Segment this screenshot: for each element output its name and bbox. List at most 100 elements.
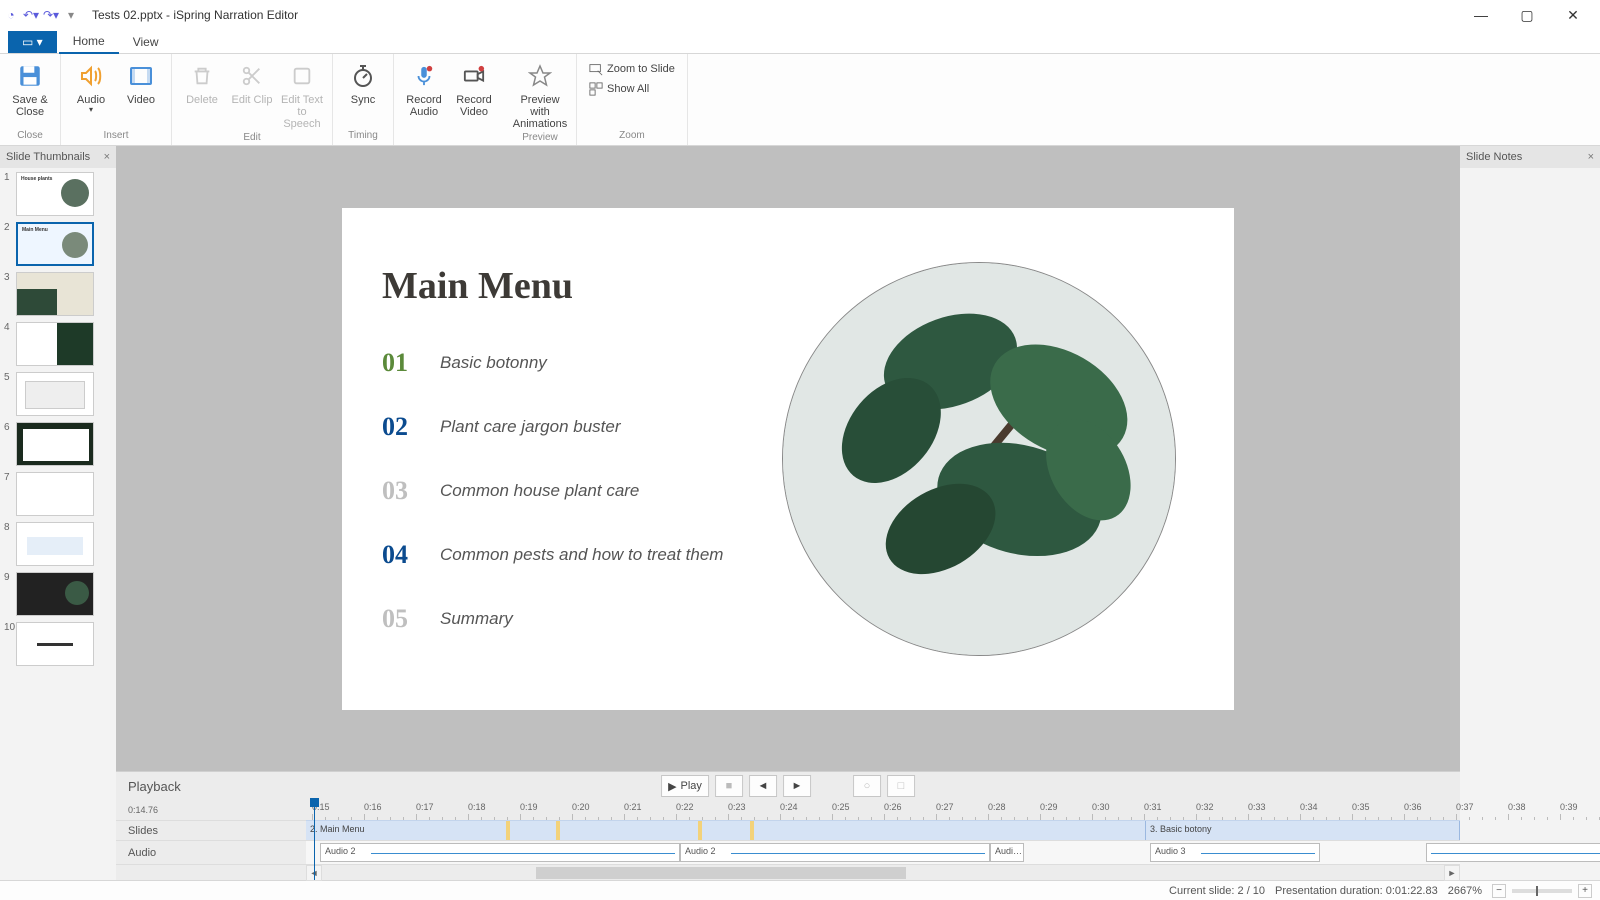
audio-track[interactable]: Audio 2 Audio 2 Audi… Audio 3 Audio 3 <box>306 840 1460 864</box>
thumbnail-4[interactable]: 4 <box>4 322 112 366</box>
ruler-tick: 0:25 <box>832 802 850 812</box>
thumbnail-9[interactable]: 9 <box>4 572 112 616</box>
show-all-button[interactable]: Show All <box>587 80 677 98</box>
current-time: 0:14.76 <box>128 805 158 815</box>
thumbnail-list[interactable]: 1House plants 2Main Menu 3 4 5 6 7 8 9 1… <box>0 168 116 880</box>
zoom-to-slide-button[interactable]: Zoom to Slide <box>587 60 677 78</box>
ruler-tick: 0:28 <box>988 802 1006 812</box>
thumbnail-1[interactable]: 1House plants <box>4 172 112 216</box>
animation-marker[interactable] <box>506 821 510 840</box>
file-tab[interactable]: ▭ ▾ <box>8 31 57 53</box>
record-audio-button[interactable]: Record Audio <box>400 58 448 130</box>
playhead[interactable] <box>314 800 315 880</box>
thumbnails-header: Slide Thumbnails × <box>0 146 116 168</box>
thumbnail-5[interactable]: 5 <box>4 372 112 416</box>
notes-header: Slide Notes × <box>1460 146 1600 168</box>
thumbnail-6[interactable]: 6 <box>4 422 112 466</box>
zoom-slider[interactable] <box>1512 889 1572 893</box>
insert-video-button[interactable]: Video <box>117 58 165 130</box>
zoom-out-button[interactable]: − <box>1492 884 1506 898</box>
thumbnail-8[interactable]: 8 <box>4 522 112 566</box>
status-bar: Current slide: 2 / 10 Presentation durat… <box>0 880 1600 900</box>
timeline-tracks[interactable]: 0:150:160:170:180:190:200:210:220:230:24… <box>306 800 1460 880</box>
tab-view[interactable]: View <box>119 31 173 53</box>
playback-panel: Playback ▶ Play ■ ◄ ► ○ □ 0:14.76 Slides… <box>116 771 1460 880</box>
status-duration: Presentation duration: 0:01:22.83 <box>1275 885 1438 897</box>
ruler-tick: 0:29 <box>1040 802 1058 812</box>
ribbon-group-preview: Preview with Animations Preview <box>504 54 577 145</box>
ruler-tick: 0:16 <box>364 802 382 812</box>
record-video-button[interactable]: Record Video <box>450 58 498 130</box>
main-area: Main Menu 01Basic botonny 02Plant care j… <box>116 146 1460 880</box>
speaker-icon <box>77 62 105 90</box>
insert-audio-button[interactable]: Audio▾ <box>67 58 115 130</box>
window-title: Tests 02.pptx - iSpring Narration Editor <box>92 8 298 22</box>
slide-clip-2[interactable]: 2. Main Menu <box>306 821 1146 840</box>
slides-track[interactable]: 2. Main Menu 3. Basic botony <box>306 820 1460 840</box>
ribbon: Save & Close Close Audio▾ Video Insert D… <box>0 54 1600 146</box>
ruler-tick: 0:19 <box>520 802 538 812</box>
ribbon-group-insert: Audio▾ Video Insert <box>61 54 172 145</box>
audio-clip-2a[interactable]: Audio 2 <box>320 843 680 862</box>
ruler-tick: 0:22 <box>676 802 694 812</box>
audio-clip-3b[interactable]: Audio 3 <box>1426 843 1600 862</box>
close-notes-icon[interactable]: × <box>1588 151 1594 163</box>
slide-clip-3[interactable]: 3. Basic botony <box>1146 821 1460 840</box>
star-icon <box>526 62 554 90</box>
close-button[interactable]: ✕ <box>1550 0 1596 30</box>
title-bar: ◔ ↶▾ ↷▾ ▾ Tests 02.pptx - iSpring Narrat… <box>0 0 1600 30</box>
thumbnail-2[interactable]: 2Main Menu <box>4 222 112 266</box>
ruler-tick: 0:37 <box>1456 802 1474 812</box>
tab-home[interactable]: Home <box>59 30 119 54</box>
playback-controls: ▶ Play ■ ◄ ► ○ □ <box>661 775 915 797</box>
sync-button[interactable]: Sync <box>339 58 387 130</box>
close-thumbnails-icon[interactable]: × <box>104 151 110 163</box>
thumbnail-3[interactable]: 3 <box>4 272 112 316</box>
ruler-tick: 0:17 <box>416 802 434 812</box>
ruler-tick: 0:35 <box>1352 802 1370 812</box>
ruler-tick: 0:33 <box>1248 802 1266 812</box>
time-ruler[interactable]: 0:150:160:170:180:190:200:210:220:230:24… <box>306 800 1460 820</box>
audio-clip-2b[interactable]: Audio 2 <box>680 843 990 862</box>
window-controls: — ▢ ✕ <box>1458 0 1596 30</box>
undo-icon[interactable]: ↶▾ <box>24 8 38 22</box>
animation-marker[interactable] <box>750 821 754 840</box>
status-current-slide: Current slide: 2 / 10 <box>1169 885 1265 897</box>
film-icon <box>127 62 155 90</box>
animation-marker[interactable] <box>698 821 702 840</box>
ruler-tick: 0:34 <box>1300 802 1318 812</box>
redo-icon[interactable]: ↷▾ <box>44 8 58 22</box>
qab-customize-icon[interactable]: ▾ <box>64 8 78 22</box>
notes-panel: Slide Notes × <box>1460 146 1600 880</box>
prev-button[interactable]: ◄ <box>749 775 777 797</box>
save-close-button[interactable]: Save & Close <box>6 58 54 130</box>
ribbon-tabstrip: ▭ ▾ Home View <box>0 30 1600 54</box>
preview-button[interactable]: Preview with Animations <box>510 58 570 132</box>
ribbon-group-close: Save & Close Close <box>0 54 61 145</box>
stopwatch-icon <box>349 62 377 90</box>
audio-clip-3a[interactable]: Audio 3 <box>1150 843 1320 862</box>
ruler-tick: 0:31 <box>1144 802 1162 812</box>
timeline-scrollbar[interactable]: ◄ ► <box>306 864 1460 880</box>
delete-button: Delete <box>178 58 226 132</box>
menu-item-4: 04Common pests and how to treat them <box>382 540 723 570</box>
maximize-button[interactable]: ▢ <box>1504 0 1550 30</box>
animation-marker[interactable] <box>556 821 560 840</box>
thumbnail-7[interactable]: 7 <box>4 472 112 516</box>
scroll-thumb[interactable] <box>536 867 906 879</box>
zoom-in-button[interactable]: + <box>1578 884 1592 898</box>
audio-clip-2c[interactable]: Audi… <box>990 843 1024 862</box>
slide-canvas[interactable]: Main Menu 01Basic botonny 02Plant care j… <box>342 208 1234 710</box>
timeline[interactable]: 0:14.76 Slides Audio 0:150:160:170:180:1… <box>116 800 1460 880</box>
quick-access-toolbar: ◔ ↶▾ ↷▾ ▾ <box>4 8 78 22</box>
ruler-tick: 0:38 <box>1508 802 1526 812</box>
menu-item-3: 03Common house plant care <box>382 476 723 506</box>
edit-tts-button: Edit Text to Speech <box>278 58 326 132</box>
ruler-tick: 0:18 <box>468 802 486 812</box>
play-button[interactable]: ▶ Play <box>661 775 709 797</box>
mic-icon <box>410 62 438 90</box>
next-button[interactable]: ► <box>783 775 811 797</box>
scroll-right-icon[interactable]: ► <box>1444 865 1460 881</box>
minimize-button[interactable]: — <box>1458 0 1504 30</box>
thumbnail-10[interactable]: 10 <box>4 622 112 666</box>
